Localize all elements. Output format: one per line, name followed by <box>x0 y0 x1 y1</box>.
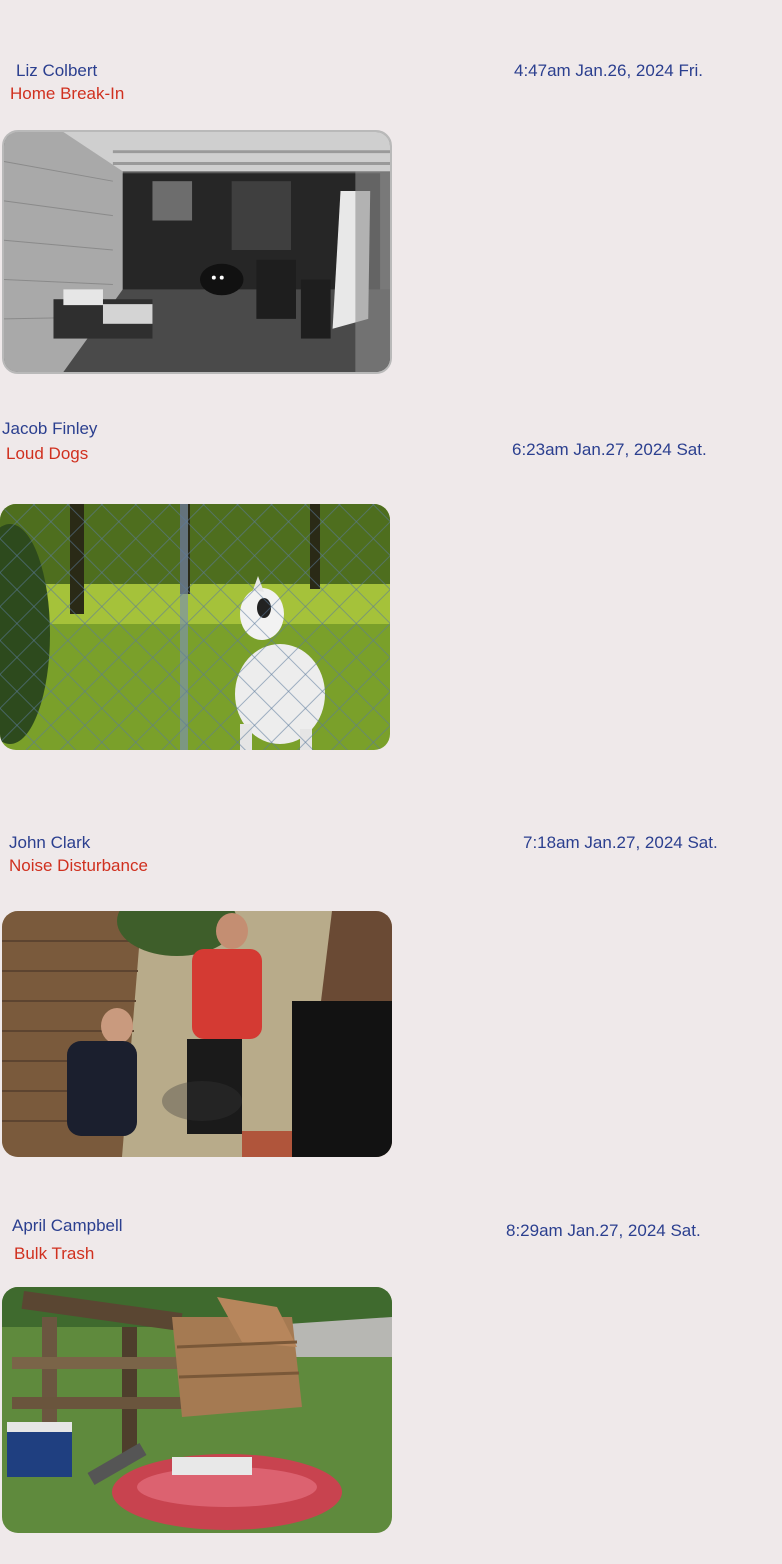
report-timestamp: 4:47am Jan.26, 2024 Fri. <box>514 61 704 80</box>
report-category: Loud Dogs <box>6 444 89 463</box>
report-timestamp: 8:29am Jan.27, 2024 Sat. <box>506 1221 701 1240</box>
reporter-name: April Campbell <box>12 1216 123 1235</box>
report-category: Bulk Trash <box>14 1244 95 1263</box>
report-timestamp: 6:23am Jan.27, 2024 Sat. <box>512 440 707 459</box>
report-image[interactable] <box>2 1287 392 1533</box>
report-image[interactable] <box>0 504 390 750</box>
reporter-name: Jacob Finley <box>2 419 98 438</box>
report-image[interactable] <box>2 911 392 1157</box>
report-timestamp: 7:18am Jan.27, 2024 Sat. <box>523 833 718 852</box>
report-category: Home Break-In <box>10 84 125 103</box>
reporter-name: Liz Colbert <box>16 61 98 80</box>
report-category: Noise Disturbance <box>9 856 148 875</box>
report-image[interactable] <box>2 130 392 374</box>
reporter-name: John Clark <box>9 833 91 852</box>
